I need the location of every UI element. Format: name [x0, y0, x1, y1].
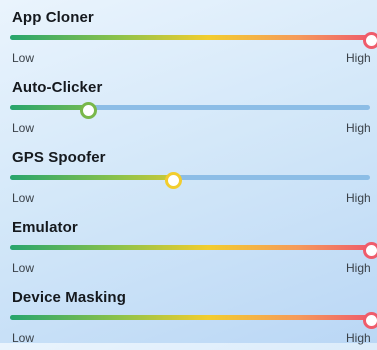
slider-row-device-masking: Device Masking Low High — [0, 280, 377, 350]
slider-thumb[interactable] — [363, 312, 377, 329]
slider-title: GPS Spoofer — [12, 149, 106, 166]
slider-title: Device Masking — [12, 289, 126, 306]
slider-thumb[interactable] — [165, 172, 182, 189]
slider-track-fill — [10, 175, 172, 180]
auto-clicker-slider[interactable] — [10, 102, 370, 119]
slider-thumb[interactable] — [363, 242, 377, 259]
gps-spoofer-slider[interactable] — [10, 172, 370, 189]
emulator-slider[interactable] — [10, 242, 377, 259]
risk-slider-panel: App Cloner Low High Auto-Clicker Low Hig… — [0, 0, 377, 345]
slider-row-emulator: Emulator Low High — [0, 210, 377, 280]
slider-title: App Cloner — [12, 9, 94, 26]
device-masking-slider[interactable] — [10, 312, 377, 329]
slider-row-gps-spoofer: GPS Spoofer Low High — [0, 140, 377, 210]
slider-row-app-cloner: App Cloner Low High — [0, 0, 377, 70]
slider-low-label: Low — [12, 191, 35, 205]
slider-row-auto-clicker: Auto-Clicker Low High — [0, 70, 377, 140]
slider-track-fill — [10, 245, 370, 250]
slider-track-fill — [10, 35, 370, 40]
slider-title: Emulator — [12, 219, 78, 236]
slider-thumb[interactable] — [80, 102, 97, 119]
slider-low-label: Low — [12, 121, 35, 135]
slider-high-label: High — [346, 51, 371, 65]
slider-high-label: High — [346, 191, 371, 205]
app-cloner-slider[interactable] — [10, 32, 377, 49]
slider-low-label: Low — [12, 51, 35, 65]
slider-high-label: High — [346, 261, 371, 275]
slider-title: Auto-Clicker — [12, 79, 103, 96]
slider-track-fill — [10, 315, 370, 320]
slider-low-label: Low — [12, 261, 35, 275]
slider-high-label: High — [346, 121, 371, 135]
slider-track-fill — [10, 105, 87, 110]
slider-thumb[interactable] — [363, 32, 377, 49]
